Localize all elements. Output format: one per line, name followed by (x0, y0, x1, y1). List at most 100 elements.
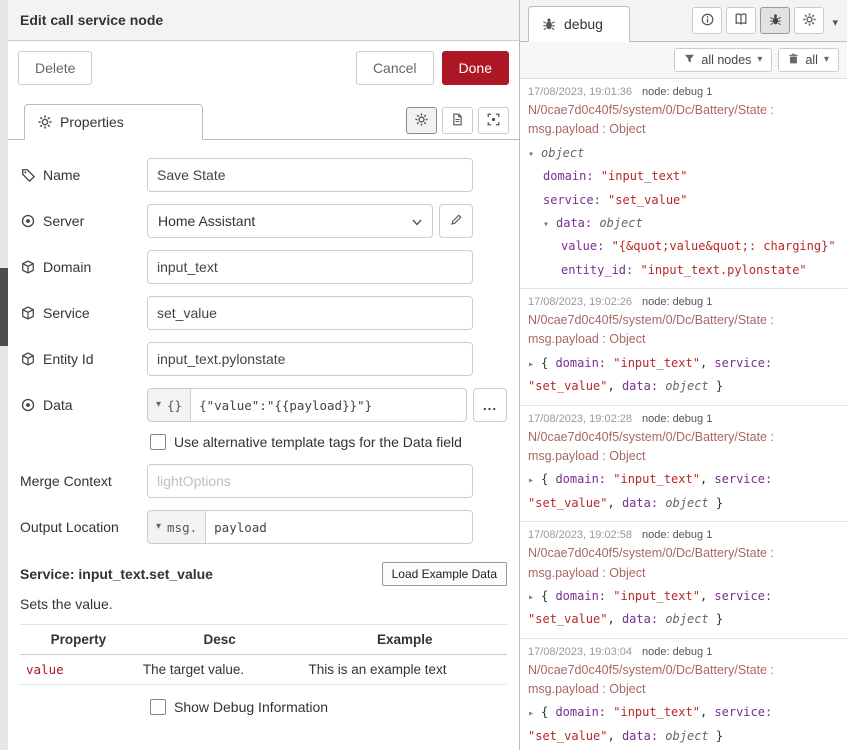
server-selected-value: Home Assistant (158, 213, 255, 229)
entry-key: value: (561, 239, 612, 253)
merge-context-label: Merge Context (20, 473, 147, 489)
cancel-button[interactable]: Cancel (356, 51, 434, 85)
config-nodes-tab-button[interactable] (794, 7, 824, 34)
message-node: node: debug 1 (642, 529, 712, 541)
entity-label: Entity Id (20, 351, 147, 367)
debug-message[interactable]: 17/08/2023, 19:01:36node: debug 1N/0cae7… (520, 79, 847, 289)
info-icon (701, 13, 714, 29)
delete-button[interactable]: Delete (18, 51, 92, 85)
message-node: node: debug 1 (642, 296, 712, 308)
sidebar-menu-chevron-icon[interactable]: ▾ (832, 16, 838, 29)
message-meta: 17/08/2023, 19:02:28node: debug 1 (528, 413, 839, 425)
entry-key: entity_id: (561, 263, 640, 277)
collapse-caret-icon[interactable]: ▾ (528, 145, 541, 165)
example-cell: This is an example text (302, 655, 507, 685)
chevron-down-icon (412, 213, 422, 229)
table-header-property: Property (20, 625, 137, 655)
caret-down-icon: ▾ (757, 55, 762, 65)
debug-tab-button[interactable] (760, 7, 790, 34)
message-body: ▾objectdomain: "input_text"service: "set… (528, 142, 839, 282)
debug-message[interactable]: 17/08/2023, 19:02:28node: debug 1N/0cae7… (520, 406, 847, 523)
gear-icon (37, 115, 52, 129)
tab-debug[interactable]: debug (528, 6, 630, 42)
message-topic: N/0cae7d0c40f5/system/0/Dc/Battery/State… (528, 661, 839, 700)
object-entry: value: "{&quot;value&quot;: charging}" (528, 235, 839, 258)
data-expand-button[interactable]: ... (473, 388, 507, 422)
node-description-button[interactable] (442, 107, 473, 134)
help-tab-button[interactable] (726, 7, 756, 34)
service-input[interactable] (147, 296, 473, 330)
edit-server-button[interactable] (439, 204, 473, 238)
filter-nodes-button[interactable]: all nodes ▾ (674, 48, 772, 72)
info-tab-button[interactable] (692, 7, 722, 34)
filter-nodes-label: all nodes (701, 53, 751, 67)
document-icon (451, 113, 464, 129)
done-button[interactable]: Done (442, 51, 509, 85)
book-icon (734, 12, 748, 29)
message-type-link[interactable]: Object (609, 449, 645, 463)
service-row: Service (20, 296, 507, 330)
tab-debug-label: debug (564, 16, 603, 32)
debug-message[interactable]: 17/08/2023, 19:03:04node: debug 1N/0cae7… (520, 639, 847, 750)
message-type-link[interactable]: Object (609, 682, 645, 696)
caret-down-icon: ▾ (824, 55, 829, 65)
clear-messages-button[interactable]: all ▾ (778, 48, 839, 72)
entity-id-input[interactable] (147, 342, 473, 376)
sidebar-tab-buttons (692, 7, 824, 34)
gear-icon (803, 13, 816, 29)
server-row: Server Home Assistant (20, 204, 507, 238)
object-entry: domain: "input_text" (528, 165, 839, 188)
tag-icon (20, 168, 35, 182)
message-topic: N/0cae7d0c40f5/system/0/Dc/Battery/State… (528, 101, 839, 140)
debug-toolbar: all nodes ▾ all ▾ (520, 42, 847, 79)
workspace-edge (0, 0, 8, 750)
show-debug-checkbox[interactable] (150, 699, 166, 715)
output-location-input[interactable] (206, 510, 473, 544)
merge-context-input[interactable] (147, 464, 473, 498)
node-appearance-button[interactable] (478, 107, 509, 134)
name-input[interactable] (147, 158, 473, 192)
gear-icon (415, 113, 428, 129)
expand-caret-icon[interactable]: ▸ (528, 471, 541, 491)
output-location-row: Output Location ▾ msg. (20, 510, 507, 544)
alt-tags-row: Use alternative template tags for the Da… (150, 434, 507, 450)
domain-input[interactable] (147, 250, 473, 284)
alt-tags-checkbox[interactable] (150, 434, 166, 450)
caret-down-icon: ▾ (156, 400, 161, 410)
data-row: Data ▾ {} ... (20, 388, 507, 422)
message-type-link[interactable]: Object (609, 332, 645, 346)
object-entry: entity_id: "input_text.pylonstate" (528, 259, 839, 282)
show-debug-row: Show Debug Information (150, 699, 507, 715)
entity-row: Entity Id (20, 342, 507, 376)
expand-caret-icon[interactable]: ▸ (528, 355, 541, 375)
message-type-link[interactable]: Object (609, 566, 645, 580)
cube-icon (20, 260, 35, 274)
message-node: node: debug 1 (642, 646, 712, 658)
tab-properties[interactable]: Properties (24, 104, 203, 140)
debug-message[interactable]: 17/08/2023, 19:02:58node: debug 1N/0cae7… (520, 522, 847, 639)
funnel-icon (684, 53, 695, 67)
pencil-icon (450, 213, 463, 229)
expand-caret-icon[interactable]: ▸ (528, 588, 541, 608)
collapse-caret-icon[interactable]: ▾ (543, 215, 556, 235)
expand-caret-icon[interactable]: ▸ (528, 704, 541, 724)
server-select[interactable]: Home Assistant (147, 204, 433, 238)
load-example-button[interactable]: Load Example Data (382, 562, 507, 586)
output-type-button[interactable]: ▾ msg. (147, 510, 206, 544)
merge-context-row: Merge Context (20, 464, 507, 498)
palette-fragment (0, 268, 8, 346)
dot-circle-icon (20, 214, 35, 228)
debug-message[interactable]: 17/08/2023, 19:02:26node: debug 1N/0cae7… (520, 289, 847, 406)
caret-down-icon: ▾ (156, 522, 161, 532)
node-properties-button[interactable] (406, 107, 437, 134)
trash-icon (788, 53, 799, 67)
message-body: ▸{ domain: "input_text", service: "set_v… (528, 585, 839, 632)
data-type-button[interactable]: ▾ {} (147, 388, 191, 422)
cube-icon (20, 352, 35, 366)
object-entry: service: "set_value" (528, 189, 839, 212)
entry-value: "{&quot;value&quot;: charging}" (612, 239, 836, 253)
name-label: Name (20, 167, 147, 183)
clear-messages-label: all (805, 53, 818, 67)
data-input[interactable] (191, 388, 467, 422)
message-type-link[interactable]: Object (609, 122, 645, 136)
